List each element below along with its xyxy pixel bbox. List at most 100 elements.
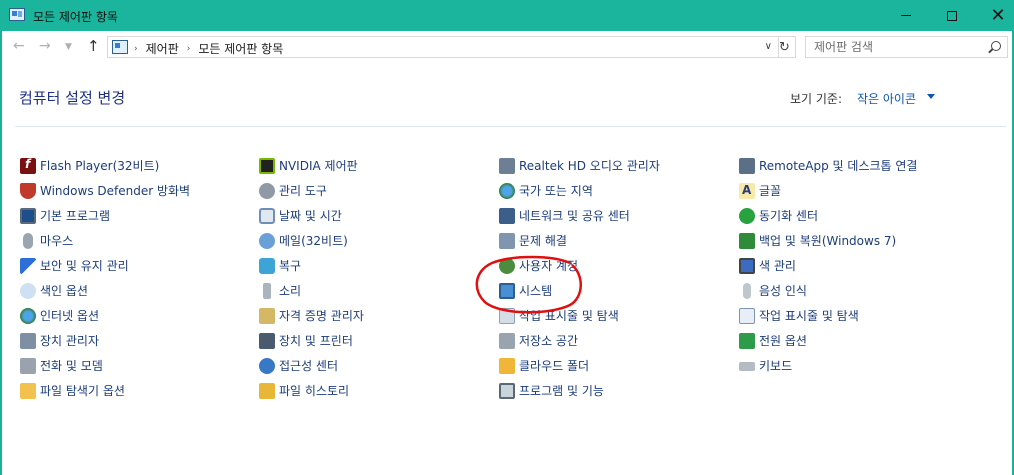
list-item[interactable]: 키보드 (739, 353, 917, 378)
list-item[interactable]: 글꼴 (739, 178, 917, 203)
search-input[interactable] (806, 37, 986, 57)
phone-modem-icon (20, 357, 36, 374)
breadcrumb-item[interactable]: 제어판 (146, 40, 179, 57)
item-label: Realtek HD 오디오 관리자 (519, 159, 660, 173)
item-label: Windows Defender 방화벽 (40, 184, 191, 198)
address-dropdown-chevron-icon[interactable]: ∨ (765, 41, 772, 52)
list-item[interactable]: 장치 관리자 (20, 328, 190, 353)
list-item[interactable]: 네트워크 및 공유 센터 (499, 203, 660, 228)
list-item[interactable]: 메일(32비트) (259, 228, 364, 253)
list-item[interactable]: 전화 및 모뎀 (20, 353, 190, 378)
list-item[interactable]: NVIDIA 제어판 (259, 153, 364, 178)
list-item[interactable]: 날짜 및 시간 (259, 203, 364, 228)
item-label: Flash Player(32비트) (40, 159, 160, 173)
breadcrumb-item[interactable]: 모든 제어판 항목 (198, 40, 283, 57)
list-item[interactable]: Flash Player(32비트) (20, 153, 190, 178)
item-label: 자격 증명 관리자 (279, 309, 364, 323)
list-item[interactable]: 복구 (259, 253, 364, 278)
region-icon (499, 182, 515, 199)
speech-icon (743, 282, 751, 299)
list-item[interactable]: 파일 탐색기 옵션 (20, 378, 190, 403)
item-label: 시스템 (519, 284, 553, 298)
taskbar-icon (499, 307, 515, 324)
item-label: 파일 탐색기 옵션 (40, 384, 125, 398)
item-label: 저장소 공간 (519, 334, 579, 348)
minimize-button[interactable] (883, 0, 929, 31)
items-column-3: Realtek HD 오디오 관리자 국가 또는 지역 네트워크 및 공유 센터… (499, 153, 660, 403)
list-item[interactable]: 접근성 센터 (259, 353, 364, 378)
list-item[interactable]: 인터넷 옵션 (20, 303, 190, 328)
item-label: 문제 해결 (519, 234, 567, 248)
back-arrow-icon[interactable]: ← (13, 38, 25, 54)
items-column-4: RemoteApp 및 데스크톱 연결 글꼴 동기화 센터 백업 및 복원(Wi… (739, 153, 917, 378)
list-item[interactable]: Windows Defender 방화벽 (20, 178, 190, 203)
address-bar[interactable]: › 제어판 › 모든 제어판 항목 ∨ (107, 36, 779, 58)
list-item[interactable]: RemoteApp 및 데스크톱 연결 (739, 153, 917, 178)
items-column-2: NVIDIA 제어판 관리 도구 날짜 및 시간 메일(32비트) 복구 소리 … (259, 153, 364, 403)
list-item[interactable]: 관리 도구 (259, 178, 364, 203)
list-item[interactable]: 색 관리 (739, 253, 917, 278)
date-time-icon (259, 207, 275, 224)
item-label: 복구 (279, 259, 302, 273)
view-by-label: 보기 기준: (790, 92, 843, 106)
list-item[interactable]: 장치 및 프린터 (259, 328, 364, 353)
list-item[interactable]: 클라우드 폴더 (499, 353, 660, 378)
list-item[interactable]: 작업 표시줄 및 탐색 (739, 303, 917, 328)
list-item[interactable]: 음성 인식 (739, 278, 917, 303)
item-label: 장치 및 프린터 (279, 334, 353, 348)
list-item[interactable]: 색인 옵션 (20, 278, 190, 303)
system-icon (499, 282, 515, 299)
backup-icon (739, 232, 755, 249)
title-bar: 모든 제어판 항목 ✕ (0, 0, 1014, 31)
refresh-button[interactable]: ↻ (774, 36, 796, 58)
item-label: 전화 및 모뎀 (40, 359, 103, 373)
search-box[interactable] (805, 36, 1008, 58)
list-item[interactable]: 작업 표시줄 및 탐색 (499, 303, 660, 328)
list-item[interactable]: 시스템 (499, 278, 660, 303)
item-label: 접근성 센터 (279, 359, 339, 373)
keyboard-icon (739, 362, 755, 371)
list-item[interactable]: 소리 (259, 278, 364, 303)
list-item[interactable]: 자격 증명 관리자 (259, 303, 364, 328)
item-label: 네트워크 및 공유 센터 (519, 209, 630, 223)
item-label: RemoteApp 및 데스크톱 연결 (759, 159, 918, 173)
list-item[interactable]: 프로그램 및 기능 (499, 378, 660, 403)
list-item[interactable]: 파일 히스토리 (259, 378, 364, 403)
location-icon (112, 40, 128, 54)
forward-arrow-icon[interactable]: → (39, 38, 51, 54)
sound-icon (263, 282, 271, 299)
list-item[interactable]: 사용자 계정 (499, 253, 660, 278)
list-item[interactable]: 동기화 센터 (739, 203, 917, 228)
item-label: 작업 표시줄 및 탐색 (519, 309, 619, 323)
list-item[interactable]: 마우스 (20, 228, 190, 253)
recent-locations-chevron-icon[interactable]: ▼ (65, 42, 72, 52)
item-label: 글꼴 (759, 184, 782, 198)
list-item[interactable]: 저장소 공간 (499, 328, 660, 353)
list-item[interactable]: 문제 해결 (499, 228, 660, 253)
default-programs-icon (20, 207, 36, 224)
window-title: 모든 제어판 항목 (33, 10, 118, 24)
list-item[interactable]: 보안 및 유지 관리 (20, 253, 190, 278)
programs-icon (499, 382, 515, 399)
item-label: 전원 옵션 (759, 334, 807, 348)
view-by-caret-icon[interactable] (927, 94, 935, 99)
maximize-button[interactable] (929, 0, 975, 31)
up-arrow-icon[interactable]: ↑ (87, 37, 100, 55)
list-item[interactable]: 백업 및 복원(Windows 7) (739, 228, 917, 253)
list-item[interactable]: 전원 옵션 (739, 328, 917, 353)
font-icon (739, 182, 755, 199)
troubleshoot-icon (499, 232, 515, 249)
item-label: 국가 또는 지역 (519, 184, 593, 198)
item-label: 인터넷 옵션 (40, 309, 100, 323)
view-by-dropdown[interactable]: 작은 아이콘 (857, 90, 916, 107)
header-divider (15, 126, 1006, 127)
color-management-icon (739, 257, 755, 274)
list-item[interactable]: Realtek HD 오디오 관리자 (499, 153, 660, 178)
list-item[interactable]: 국가 또는 지역 (499, 178, 660, 203)
navigation-bar: ← → ▼ ↑ › 제어판 › 모든 제어판 항목 ∨ ↻ (2, 31, 1012, 64)
item-label: 프로그램 및 기능 (519, 384, 604, 398)
list-item[interactable]: 기본 프로그램 (20, 203, 190, 228)
close-icon: ✕ (990, 4, 1006, 26)
close-button[interactable]: ✕ (975, 0, 1014, 31)
search-icon[interactable] (991, 41, 1001, 51)
